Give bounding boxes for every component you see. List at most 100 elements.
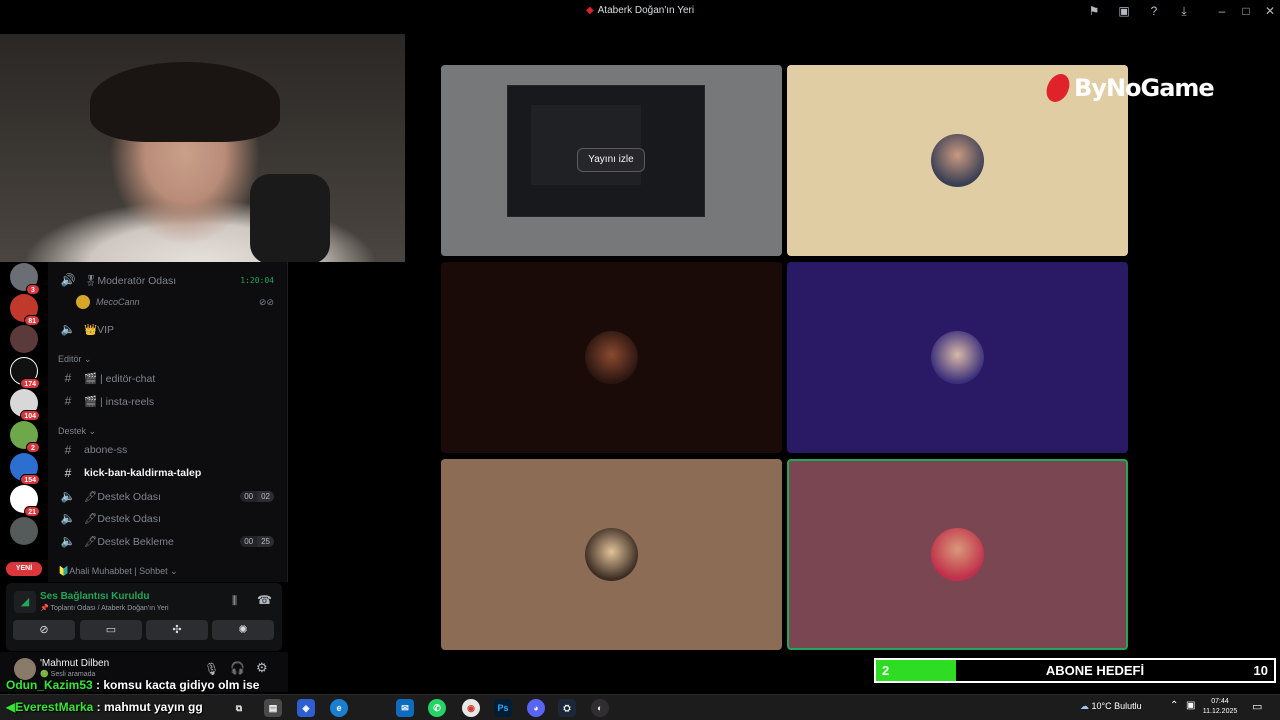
server-icon[interactable]: 2 <box>10 421 40 453</box>
activities-button[interactable]: ✣ <box>146 620 208 640</box>
explorer-icon[interactable]: ▤ <box>264 699 282 717</box>
channel-name: abone-ss <box>84 444 128 456</box>
username[interactable]: 'Mahmut Dilben <box>40 658 109 669</box>
mention-badge: 174 <box>20 378 40 389</box>
download-icon[interactable]: ⤓ <box>1176 3 1192 19</box>
minimize-button[interactable]: – <box>1214 3 1230 19</box>
settings-gear-icon[interactable]: ⚙ <box>256 660 268 676</box>
notification-icon[interactable]: ▭ <box>1252 700 1262 713</box>
voice-channel-support-waiting[interactable]: 🔈 🖊Destek Bekleme 00 25 <box>58 531 286 551</box>
server-icon[interactable]: 21 <box>10 485 40 517</box>
voice-connection-panel: ◢ Ses Bağlantısı Kuruldu 📌 Toplantı Odas… <box>6 583 282 651</box>
weather-widget[interactable]: ☁ 10°C Bulutlu <box>1080 701 1142 712</box>
brand-logo: ByNoGame <box>1044 72 1215 104</box>
discord-icon[interactable]: ◕ <box>527 699 545 717</box>
steam-icon[interactable]: ⛭ <box>558 699 576 717</box>
hash-icon: # <box>64 443 72 457</box>
text-channel-insta-reels[interactable]: # 🎬 | insta-reels <box>58 391 286 411</box>
server-icon[interactable]: 174 <box>10 357 40 389</box>
goal-label: ABONE HEDEFİ <box>1045 663 1145 678</box>
voice-channel-support-2[interactable]: 🔈 🖊Destek Odası <box>58 508 286 528</box>
voice-channel-vip[interactable]: 🔈 👑VIP <box>58 319 286 339</box>
category-support[interactable]: Destek ⌄ <box>58 426 96 437</box>
user-count: 00 <box>240 535 258 547</box>
screen-share-button[interactable]: ▭ <box>80 620 142 640</box>
photoshop-icon[interactable]: Ps <box>494 699 512 717</box>
soundboard-button[interactable]: ✺ <box>212 620 274 640</box>
display-icon[interactable]: ▣ <box>1186 700 1195 711</box>
copilot-icon[interactable]: ◈ <box>297 699 315 717</box>
category-chat[interactable]: 🔰Ahali Muhabbet | Sohbet ⌄ <box>58 566 178 577</box>
brand-mark-icon <box>1044 74 1072 102</box>
discord-app-icon: ◆ <box>585 5 594 16</box>
server-icon[interactable]: 3 <box>10 263 40 295</box>
text-channel-abone-ss[interactable]: # abone-ss <box>58 440 286 460</box>
server-icon[interactable] <box>10 325 38 353</box>
maximize-button[interactable]: □ <box>1238 3 1254 19</box>
noise-suppression-icon[interactable]: ⫼ <box>232 595 237 608</box>
connection-status[interactable]: Ses Bağlantısı Kuruldu <box>40 591 149 602</box>
chrome-icon[interactable]: ◉ <box>462 699 480 717</box>
channel-name: kick-ban-kaldirma-talep <box>84 467 202 479</box>
new-badge[interactable]: YENİ <box>6 562 42 576</box>
channel-list: 🔊 🎖Moderatör Odası 1:20:04 MecoCann ⊘⊘ 🔈… <box>48 260 288 582</box>
headphones-icon[interactable]: 🎧 <box>230 661 245 675</box>
flag-icon[interactable]: ⚑ <box>1086 3 1102 19</box>
disconnect-icon[interactable]: ☎ <box>257 593 272 607</box>
mention-badge: 3 <box>26 284 40 295</box>
user-count: 00 <box>240 490 258 502</box>
participant-tile[interactable] <box>787 262 1128 453</box>
avatar <box>76 295 90 309</box>
microphone-icon[interactable]: 🎙 <box>204 662 219 676</box>
mention-badge: 104 <box>20 410 40 421</box>
mail-icon[interactable]: ✉ <box>396 699 414 717</box>
channel-name: 🖊Destek Odası <box>84 490 161 503</box>
obs-icon[interactable]: ◐ <box>591 699 609 717</box>
chat-text: : mahmut yayın gg <box>96 700 203 714</box>
channel-name: 🖊Destek Bekleme <box>84 535 174 548</box>
participant-tile-speaking[interactable] <box>787 459 1128 650</box>
mention-badge: 2 <box>26 442 40 453</box>
edge-icon[interactable]: e <box>330 699 348 717</box>
text-channel-editor-chat[interactable]: # 🎬 | editör-chat <box>58 368 286 388</box>
server-icon[interactable]: 154 <box>10 453 40 485</box>
participant-tile[interactable] <box>441 262 782 453</box>
voice-channel-support-1[interactable]: 🔈 🖊Destek Odası 00 02 <box>58 486 286 506</box>
muted-deafened-icon: ⊘⊘ <box>258 296 274 307</box>
watch-stream-button[interactable]: Yayını izle <box>577 148 645 172</box>
webcam-chair <box>250 174 330 262</box>
server-icon[interactable] <box>10 517 38 545</box>
user-limit: 02 <box>257 490 274 502</box>
chat-text: : komsu kacta gidiyo olm ise <box>96 678 260 692</box>
participant-tile[interactable] <box>441 459 782 650</box>
inbox-icon[interactable]: ▣ <box>1116 3 1132 19</box>
task-view-icon[interactable]: ⧉ <box>230 699 248 717</box>
voice-channel-moderator[interactable]: 🔊 🎖Moderatör Odası 1:20:04 <box>58 270 286 290</box>
channel-name: 🖊Destek Odası <box>84 512 161 525</box>
member-name: MecoCann <box>96 297 140 307</box>
connection-location[interactable]: 📌 Toplantı Odası / Ataberk Doğan'ın Yeri <box>40 604 169 612</box>
subscriber-goal-bar: 2 ABONE HEDEFİ 10 <box>874 658 1276 683</box>
chat-message: Odun_Kazim53 : komsu kacta gidiyo olm is… <box>6 678 259 692</box>
category-editor[interactable]: Editör ⌄ <box>58 354 92 365</box>
mention-badge: 154 <box>20 474 40 485</box>
avatar[interactable] <box>14 658 36 680</box>
signal-icon[interactable]: ◢ <box>14 591 36 613</box>
tray-chevron-icon[interactable]: ⌃ <box>1170 700 1178 711</box>
clock[interactable]: 07:44 11.12.2025 <box>1198 697 1242 717</box>
speaker-icon: 🔈 <box>60 322 76 336</box>
webcam-overlay <box>0 34 405 262</box>
close-button[interactable]: ✕ <box>1262 3 1278 19</box>
server-icon[interactable]: 104 <box>10 389 40 421</box>
mention-badge: 21 <box>24 506 40 517</box>
webcam-person <box>90 62 280 142</box>
hash-icon: # <box>64 394 72 408</box>
whatsapp-icon[interactable]: ✆ <box>428 699 446 717</box>
text-channel-kick-ban[interactable]: # kick-ban-kaldirma-talep <box>58 463 286 483</box>
camera-off-button[interactable]: ⊘ <box>13 620 75 640</box>
screen-share-tile[interactable]: Yayını izle <box>441 65 782 256</box>
help-icon[interactable]: ? <box>1146 3 1162 19</box>
voice-member[interactable]: MecoCann ⊘⊘ <box>76 292 286 312</box>
speaker-icon: 🔈 <box>60 511 76 525</box>
server-icon[interactable]: 81 <box>10 294 40 326</box>
